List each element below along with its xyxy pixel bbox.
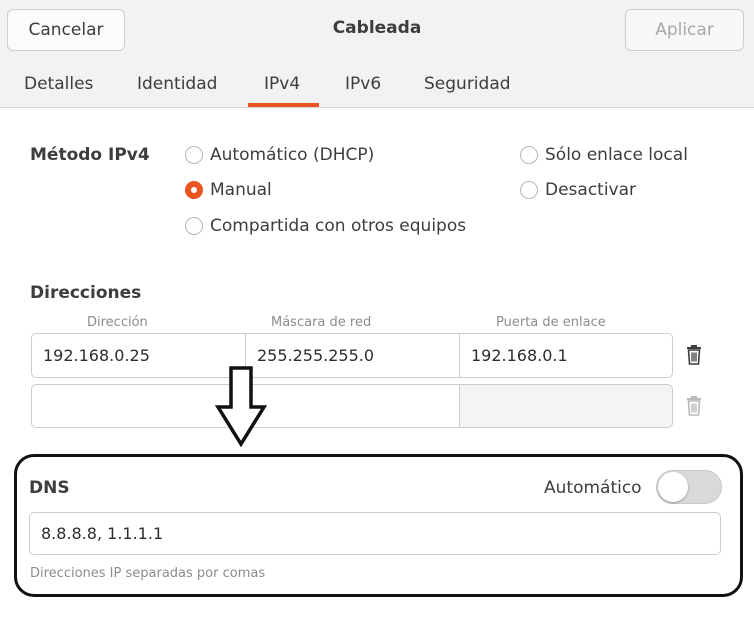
apply-button[interactable]: Aplicar bbox=[625, 9, 744, 51]
column-header-address: Dirección bbox=[87, 315, 148, 330]
trash-icon-disabled bbox=[674, 384, 714, 428]
radio-label: Compartida con otros equipos bbox=[210, 216, 467, 236]
addresses-title: Direcciones bbox=[30, 283, 142, 303]
dns-servers-input[interactable]: 8.8.8.8, 1.1.1.1 bbox=[29, 512, 721, 555]
column-header-netmask: Máscara de red bbox=[271, 315, 372, 330]
tab-identity[interactable]: Identidad bbox=[137, 74, 217, 94]
switch-knob bbox=[658, 472, 688, 502]
radio-label: Desactivar bbox=[545, 180, 637, 200]
tab-security[interactable]: Seguridad bbox=[424, 74, 511, 94]
tab-bar: Detalles Identidad IPv4 IPv6 Seguridad bbox=[0, 62, 754, 108]
radio-link-local[interactable]: Sólo enlace local bbox=[520, 145, 688, 165]
radio-disable[interactable]: Desactivar bbox=[520, 180, 636, 200]
tab-details[interactable]: Detalles bbox=[24, 74, 93, 94]
radio-manual[interactable]: Manual bbox=[185, 180, 272, 200]
radio-indicator[interactable] bbox=[185, 217, 203, 235]
gateway-input[interactable]: 192.168.0.1 bbox=[459, 333, 673, 378]
column-header-gateway: Puerta de enlace bbox=[496, 315, 606, 330]
radio-shared[interactable]: Compartida con otros equipos bbox=[185, 216, 466, 236]
tab-ipv6[interactable]: IPv6 bbox=[345, 74, 381, 94]
radio-indicator-checked[interactable] bbox=[185, 181, 203, 199]
radio-indicator[interactable] bbox=[520, 146, 538, 164]
down-arrow-annotation-icon bbox=[214, 365, 268, 451]
active-tab-indicator bbox=[248, 103, 319, 107]
radio-indicator[interactable] bbox=[520, 181, 538, 199]
radio-label: Sólo enlace local bbox=[545, 145, 688, 165]
dns-title: DNS bbox=[29, 478, 70, 498]
network-settings-window: Cancelar Cableada Aplicar Detalles Ident… bbox=[0, 0, 754, 619]
header-bar: Cancelar Cableada Aplicar bbox=[0, 0, 754, 62]
radio-label: Automático (DHCP) bbox=[210, 145, 375, 165]
netmask-input[interactable]: 255.255.255.0 bbox=[245, 333, 460, 378]
netmask-input-empty[interactable] bbox=[245, 384, 460, 428]
tab-ipv4[interactable]: IPv4 bbox=[264, 74, 300, 94]
dns-automatic-switch[interactable] bbox=[656, 470, 722, 504]
dns-hint: Direcciones IP separadas por comas bbox=[30, 566, 266, 581]
dns-automatic-label: Automático bbox=[544, 478, 642, 498]
ipv4-method-label: Método IPv4 bbox=[30, 145, 150, 165]
gateway-input-disabled bbox=[459, 384, 673, 428]
trash-icon[interactable] bbox=[674, 333, 714, 377]
radio-automatic-dhcp[interactable]: Automático (DHCP) bbox=[185, 145, 374, 165]
radio-indicator[interactable] bbox=[185, 146, 203, 164]
radio-label: Manual bbox=[210, 180, 272, 200]
